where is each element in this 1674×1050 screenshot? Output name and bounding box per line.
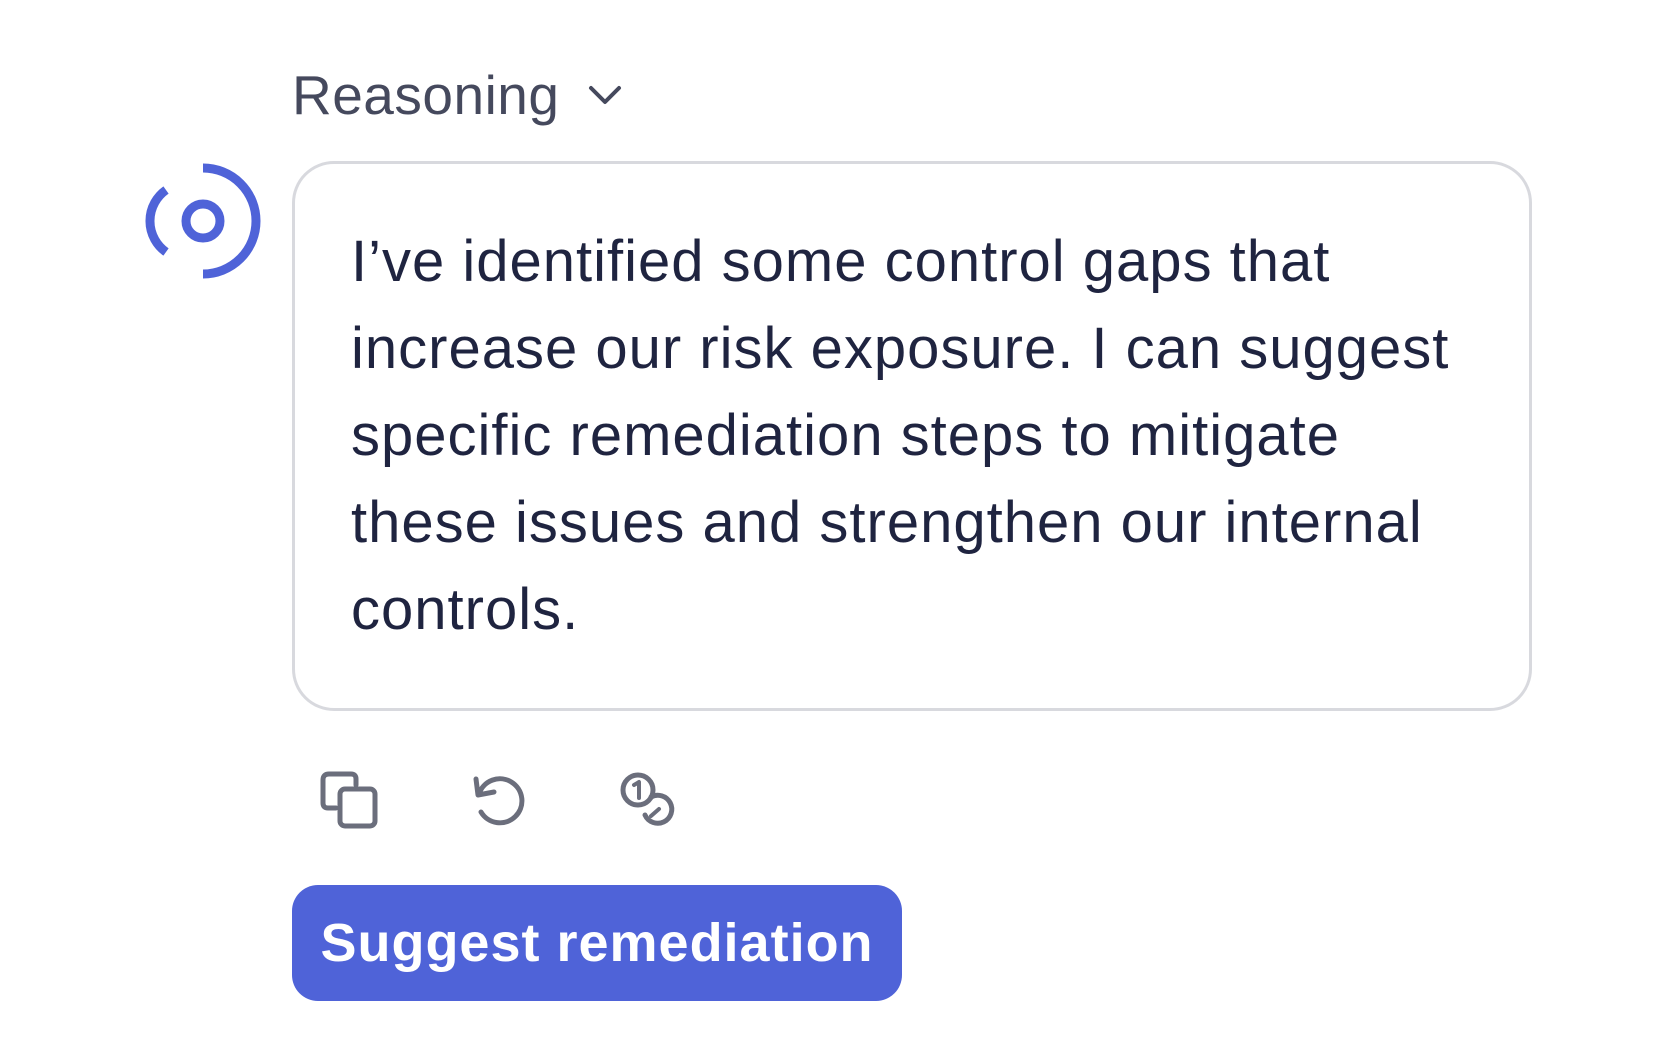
reasoning-toggle[interactable]: Reasoning [292, 60, 625, 130]
message-actions [318, 765, 680, 835]
coins-button[interactable] [616, 768, 680, 832]
regenerate-button[interactable] [467, 768, 531, 832]
assistant-message-bubble: I’ve identified some control gaps that i… [292, 161, 1532, 711]
assistant-message-text: I’ve identified some control gaps that i… [351, 229, 1450, 642]
broadcast-icon [142, 160, 264, 282]
chevron-down-icon [585, 75, 625, 115]
suggest-remediation-button[interactable]: Suggest remediation [292, 885, 902, 1001]
copy-icon [320, 771, 378, 829]
copy-button[interactable] [318, 768, 382, 832]
reasoning-label: Reasoning [292, 64, 560, 126]
regenerate-icon [473, 776, 525, 826]
coins-icon [620, 772, 675, 826]
